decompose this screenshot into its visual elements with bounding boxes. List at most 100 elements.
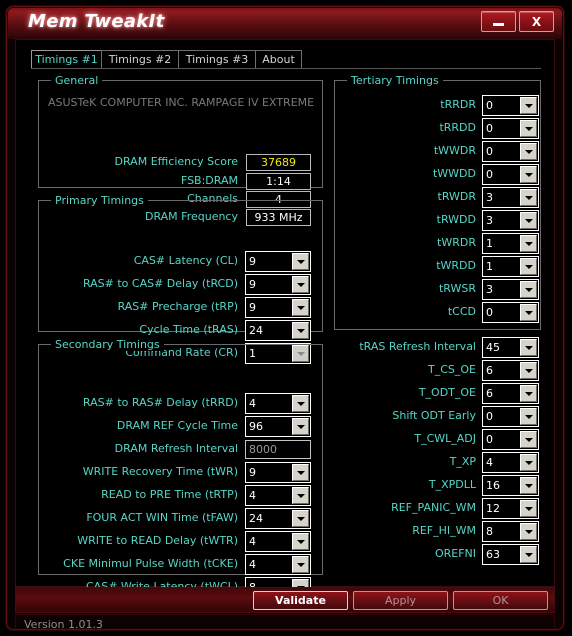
misc-combo-3[interactable]: 0 bbox=[482, 406, 539, 427]
misc-combo-0-chevron-down-icon[interactable] bbox=[520, 339, 537, 356]
secondary-label-2: DRAM Refresh Interval bbox=[114, 442, 238, 455]
misc-label-3: Shift ODT Early bbox=[392, 409, 476, 422]
secondary-combo-3[interactable]: 9 bbox=[245, 462, 311, 483]
chevron-down-icon bbox=[296, 562, 305, 567]
tab-timings-1[interactable]: Timings #1 bbox=[31, 50, 102, 69]
tertiary-combo-2-chevron-down-icon[interactable] bbox=[520, 143, 537, 160]
secondary-combo-3-value: 9 bbox=[249, 466, 256, 479]
misc-combo-5-chevron-down-icon[interactable] bbox=[520, 454, 537, 471]
tertiary-combo-4[interactable]: 3 bbox=[482, 187, 539, 208]
secondary-combo-1-value: 96 bbox=[249, 420, 263, 433]
secondary-combo-4-chevron-down-icon[interactable] bbox=[292, 487, 309, 504]
primary-combo-3-chevron-down-icon[interactable] bbox=[292, 322, 309, 339]
chevron-down-icon bbox=[296, 305, 305, 310]
tertiary-combo-6-value: 1 bbox=[486, 237, 493, 250]
tab-about[interactable]: About bbox=[255, 50, 302, 69]
tertiary-combo-7-chevron-down-icon[interactable] bbox=[520, 258, 537, 275]
tertiary-combo-8[interactable]: 3 bbox=[482, 279, 539, 300]
chevron-down-icon bbox=[524, 264, 533, 269]
secondary-combo-4[interactable]: 4 bbox=[245, 485, 311, 506]
minimize-button[interactable] bbox=[481, 11, 516, 32]
tertiary-combo-7[interactable]: 1 bbox=[482, 256, 539, 277]
chevron-down-icon bbox=[524, 149, 533, 154]
apply-button[interactable]: Apply bbox=[353, 591, 448, 610]
primary-combo-0-chevron-down-icon[interactable] bbox=[292, 253, 309, 270]
misc-combo-9-chevron-down-icon[interactable] bbox=[520, 546, 537, 563]
title-bar[interactable]: Mem TweakIt X bbox=[6, 6, 564, 39]
primary-combo-2[interactable]: 9 bbox=[245, 297, 311, 318]
tab-timings-3[interactable]: Timings #3 bbox=[178, 50, 256, 69]
primary-combo-1[interactable]: 9 bbox=[245, 274, 311, 295]
secondary-combo-1[interactable]: 96 bbox=[245, 416, 311, 437]
misc-combo-8-chevron-down-icon[interactable] bbox=[520, 523, 537, 540]
chevron-down-icon bbox=[524, 287, 533, 292]
secondary-combo-6-chevron-down-icon[interactable] bbox=[292, 533, 309, 550]
misc-label-2: T_ODT_OE bbox=[418, 386, 476, 399]
secondary-combo-7[interactable]: 4 bbox=[245, 554, 311, 575]
misc-combo-4[interactable]: 0 bbox=[482, 429, 539, 450]
window-frame: Mem TweakIt X Timings #1 Timings #2 Timing… bbox=[6, 6, 564, 630]
primary-combo-3[interactable]: 24 bbox=[245, 320, 311, 341]
tertiary-combo-3[interactable]: 0 bbox=[482, 164, 539, 185]
misc-combo-8[interactable]: 8 bbox=[482, 521, 539, 542]
secondary-combo-3-chevron-down-icon[interactable] bbox=[292, 464, 309, 481]
secondary-combo-6[interactable]: 4 bbox=[245, 531, 311, 552]
tertiary-combo-9-chevron-down-icon[interactable] bbox=[520, 304, 537, 321]
tertiary-combo-0-chevron-down-icon[interactable] bbox=[520, 97, 537, 114]
chevron-down-icon bbox=[296, 259, 305, 264]
misc-combo-2[interactable]: 6 bbox=[482, 383, 539, 404]
secondary-combo-1-chevron-down-icon[interactable] bbox=[292, 418, 309, 435]
secondary-combo-5[interactable]: 24 bbox=[245, 508, 311, 529]
chevron-down-icon bbox=[524, 391, 533, 396]
misc-combo-0[interactable]: 45 bbox=[482, 337, 539, 358]
tertiary-combo-1-chevron-down-icon[interactable] bbox=[520, 120, 537, 137]
misc-combo-3-chevron-down-icon[interactable] bbox=[520, 408, 537, 425]
tertiary-combo-1[interactable]: 0 bbox=[482, 118, 539, 139]
primary-combo-1-chevron-down-icon[interactable] bbox=[292, 276, 309, 293]
tertiary-label-7: tWRDD bbox=[436, 259, 476, 272]
tertiary-label-5: tRWDD bbox=[436, 213, 476, 226]
tertiary-combo-6-chevron-down-icon[interactable] bbox=[520, 235, 537, 252]
tertiary-combo-4-chevron-down-icon[interactable] bbox=[520, 189, 537, 206]
version-label: Version 1.01.3 bbox=[24, 618, 103, 630]
misc-label-9: OREFNI bbox=[434, 547, 476, 560]
primary-combo-0[interactable]: 9 bbox=[245, 251, 311, 272]
group-primary-title: Primary Timings bbox=[51, 194, 148, 207]
primary-combo-2-chevron-down-icon[interactable] bbox=[292, 299, 309, 316]
misc-combo-2-chevron-down-icon[interactable] bbox=[520, 385, 537, 402]
tertiary-combo-9[interactable]: 0 bbox=[482, 302, 539, 323]
secondary-combo-7-chevron-down-icon[interactable] bbox=[292, 556, 309, 573]
tertiary-combo-3-chevron-down-icon[interactable] bbox=[520, 166, 537, 183]
misc-combo-4-chevron-down-icon[interactable] bbox=[520, 431, 537, 448]
tertiary-combo-5[interactable]: 3 bbox=[482, 210, 539, 231]
tab-timings-2[interactable]: Timings #2 bbox=[101, 50, 179, 69]
misc-combo-1-chevron-down-icon[interactable] bbox=[520, 362, 537, 379]
secondary-combo-5-chevron-down-icon[interactable] bbox=[292, 510, 309, 527]
close-button[interactable]: X bbox=[519, 11, 554, 32]
misc-combo-7-chevron-down-icon[interactable] bbox=[520, 500, 537, 517]
misc-combo-7[interactable]: 12 bbox=[482, 498, 539, 519]
misc-label-6: T_XPDLL bbox=[428, 478, 476, 491]
ok-button[interactable]: OK bbox=[453, 591, 548, 610]
tertiary-combo-5-chevron-down-icon[interactable] bbox=[520, 212, 537, 229]
tertiary-combo-8-chevron-down-icon[interactable] bbox=[520, 281, 537, 298]
tertiary-combo-0[interactable]: 0 bbox=[482, 95, 539, 116]
tertiary-combo-6[interactable]: 1 bbox=[482, 233, 539, 254]
misc-combo-9[interactable]: 63 bbox=[482, 544, 539, 565]
misc-combo-6[interactable]: 16 bbox=[482, 475, 539, 496]
misc-combo-6-chevron-down-icon[interactable] bbox=[520, 477, 537, 494]
secondary-label-5: FOUR ACT WIN Time (tFAW) bbox=[86, 511, 238, 524]
primary-label-0: CAS# Latency (CL) bbox=[133, 254, 238, 267]
misc-label-5: T_XP bbox=[449, 455, 476, 468]
tertiary-combo-2[interactable]: 0 bbox=[482, 141, 539, 162]
misc-combo-1[interactable]: 6 bbox=[482, 360, 539, 381]
secondary-combo-4-value: 4 bbox=[249, 489, 256, 502]
misc-label-1: T_CS_OE bbox=[428, 363, 476, 376]
secondary-combo-0-chevron-down-icon[interactable] bbox=[292, 395, 309, 412]
validate-button[interactable]: Validate bbox=[253, 591, 348, 610]
secondary-input-2[interactable]: 8000 bbox=[245, 440, 311, 459]
chevron-down-icon bbox=[524, 103, 533, 108]
secondary-combo-0[interactable]: 4 bbox=[245, 393, 311, 414]
misc-combo-5[interactable]: 4 bbox=[482, 452, 539, 473]
misc-combo-1-value: 6 bbox=[486, 364, 493, 377]
